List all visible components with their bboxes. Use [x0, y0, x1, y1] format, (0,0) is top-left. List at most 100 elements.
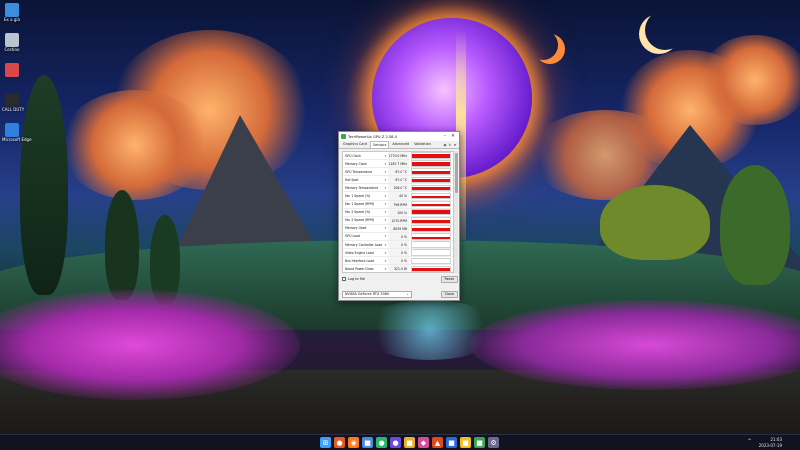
sensor-name: GPU Clock — [345, 153, 361, 158]
sensor-row[interactable]: GPU Load ▾ 0 % — [343, 232, 453, 242]
sensor-graph-fill — [412, 179, 450, 183]
sensor-value: 8039 MB — [388, 224, 409, 232]
sensor-row[interactable]: GPU Temperature ▾ 67.0 °C — [343, 168, 453, 177]
sensor-graph-fill — [412, 171, 450, 174]
sensor-value: 0 % — [388, 249, 409, 257]
system-clock[interactable]: 21:03 2023-07-19 — [759, 437, 782, 448]
sensor-graph-fill — [412, 153, 450, 158]
tab-list: Graphics Card Sensors Advanced Validation — [341, 141, 434, 148]
sensor-row[interactable]: Hot Spot ▾ 67.0 °C — [343, 176, 453, 185]
scrollbar-thumb[interactable] — [454, 153, 458, 193]
gpuz-window[interactable]: TechPowerUp GPU-Z 2.58.0 – ✕ Graphics Ca… — [338, 131, 460, 301]
sensor-graph-fill — [412, 161, 450, 166]
close-icon[interactable]: ✕ — [449, 132, 457, 141]
settings-icon[interactable]: ⚙ — [488, 437, 499, 448]
clock-date: 2023-07-19 — [758, 442, 782, 448]
windows-icon — [5, 123, 19, 137]
desktop-shortcut-label: Cestino — [4, 47, 20, 52]
sensor-graph — [411, 225, 451, 232]
desktop-shortcut-label: Ex a già — [4, 17, 20, 22]
window-footer: NVIDIA GeForce RTX 3080 ⌄ Close — [342, 290, 458, 298]
store-icon[interactable]: ■ — [446, 437, 457, 448]
tab-advanced[interactable]: Advanced — [390, 141, 411, 148]
sensor-graph — [411, 208, 451, 216]
sensor-value: 0 % — [388, 257, 409, 265]
log-to-file-label: Log to file — [348, 277, 365, 281]
sensor-graph — [411, 184, 451, 192]
sensor-graph — [411, 176, 451, 184]
tab-graphics-card[interactable]: Graphics Card — [341, 141, 369, 148]
window-title: TechPowerUp GPU-Z 2.58.0 — [348, 134, 397, 139]
sensor-row[interactable]: Fan 1 Speed (%) ▾ 40 % — [343, 192, 453, 201]
title-bar[interactable]: TechPowerUp GPU-Z 2.58.0 – ✕ — [339, 132, 459, 141]
game-icon — [5, 93, 19, 107]
sensor-row[interactable]: Fan 2 Speed (%) ▾ 100 % — [343, 208, 453, 217]
sensor-name: Video Engine Load — [345, 250, 374, 255]
sensor-name: Fan 1 Speed (%) — [345, 194, 371, 199]
minimize-icon[interactable]: – — [441, 132, 449, 141]
sensor-graph — [411, 257, 451, 265]
sensor-value: 100 % — [388, 208, 409, 216]
sensor-row[interactable]: Memory Used ▾ 8039 MB — [343, 224, 453, 233]
start-icon[interactable]: ⊞ — [320, 437, 331, 448]
wallpaper-tree — [600, 185, 710, 260]
gpuz-app-icon — [341, 134, 346, 139]
explorer-icon[interactable]: ■ — [460, 437, 471, 448]
folder-icon[interactable]: ■ — [362, 437, 373, 448]
sensor-row[interactable]: GPU Clock ▾ 1770.0 MHz — [343, 152, 453, 161]
desktop-shortcut[interactable]: Ex a già — [2, 3, 22, 22]
tab-validation[interactable]: Validation — [412, 141, 433, 148]
sensor-row[interactable]: Board Power Draw ▾ 321.0 W — [343, 265, 453, 272]
game-launcher-icon[interactable]: ● — [334, 437, 345, 448]
sensor-row[interactable]: Memory Controller Load ▾ 0 % — [343, 241, 453, 250]
gpu-select[interactable]: NVIDIA GeForce RTX 3080 ⌄ — [342, 290, 412, 298]
desktop-shortcut[interactable]: Microsoft Edge — [2, 123, 32, 142]
sensor-value: 1270 RPM — [388, 216, 409, 224]
refresh-icon[interactable]: ↻ — [448, 143, 452, 147]
gpuz-icon[interactable]: ■ — [474, 437, 485, 448]
close-button[interactable]: Close — [440, 290, 458, 298]
sensor-list[interactable]: GPU Clock ▾ 1770.0 MHz Memory Clock ▾ 1187.7 … — [342, 151, 454, 273]
sensor-graph — [411, 265, 451, 272]
sensor-name: Fan 1 Speed (RPM) — [345, 202, 375, 207]
sensor-row[interactable]: Bus Interface Load ▾ 0 % — [343, 257, 453, 266]
wallpaper-moon — [528, 30, 558, 60]
sensor-name: Fan 2 Speed (RPM) — [345, 218, 375, 223]
reset-button[interactable]: Reset — [440, 275, 458, 283]
sensor-row[interactable]: Video Engine Load ▾ 0 % — [343, 249, 453, 258]
photos-icon[interactable]: ◆ — [418, 437, 429, 448]
desktop-shortcut[interactable] — [2, 63, 22, 77]
desktop-shortcut[interactable]: Cestino — [2, 33, 22, 52]
sensor-value: 321.0 W — [388, 265, 409, 272]
sensor-graph-fill — [412, 204, 450, 207]
sensor-row[interactable]: Memory Temperature ▾ 106.0 °C — [343, 184, 453, 193]
files-icon[interactable]: ■ — [404, 437, 415, 448]
tray-chevron-icon[interactable]: ⌃ — [747, 438, 752, 445]
sensor-row[interactable]: Memory Clock ▾ 1187.7 MHz — [343, 160, 453, 169]
browser-icon[interactable]: ◉ — [348, 437, 359, 448]
media-icon[interactable]: ● — [390, 437, 401, 448]
desktop-shortcut[interactable]: CALL DUTY — [2, 93, 24, 112]
app-icon — [5, 63, 19, 77]
sensor-name: Memory Used — [345, 226, 367, 231]
camera-icon[interactable]: ◉ — [443, 143, 447, 147]
sensor-scrollbar[interactable] — [454, 151, 458, 273]
menu-icon[interactable]: ≡ — [453, 143, 457, 147]
taskbar: ⊞ ● ◉ ■ ● ● ■ ◆ ▲ ■ ■ ■ ⚙ ⌃ 21:03 2023-07-19 — [0, 434, 800, 450]
sensor-name: Bus Interface Load — [345, 258, 374, 263]
sensor-graph-fill — [412, 219, 450, 223]
sensor-value: 0 % — [388, 241, 409, 249]
log-to-file-checkbox[interactable] — [342, 277, 346, 281]
sensor-value: 796 RPM — [388, 200, 409, 208]
wallpaper-cloud — [700, 35, 800, 125]
sensor-graph — [411, 217, 451, 224]
sensor-name: Memory Controller Load — [345, 242, 383, 247]
sensor-row[interactable]: Fan 1 Speed (RPM) ▾ 796 RPM — [343, 200, 453, 209]
sensor-value: 40 % — [388, 192, 409, 200]
chat-icon[interactable]: ● — [376, 437, 387, 448]
tab-sensors[interactable]: Sensors — [369, 141, 390, 148]
sensor-row[interactable]: Fan 2 Speed (RPM) ▾ 1270 RPM — [343, 216, 453, 225]
sensor-graph — [411, 192, 451, 200]
brave-icon[interactable]: ▲ — [432, 437, 443, 448]
sensor-graph — [411, 160, 451, 167]
